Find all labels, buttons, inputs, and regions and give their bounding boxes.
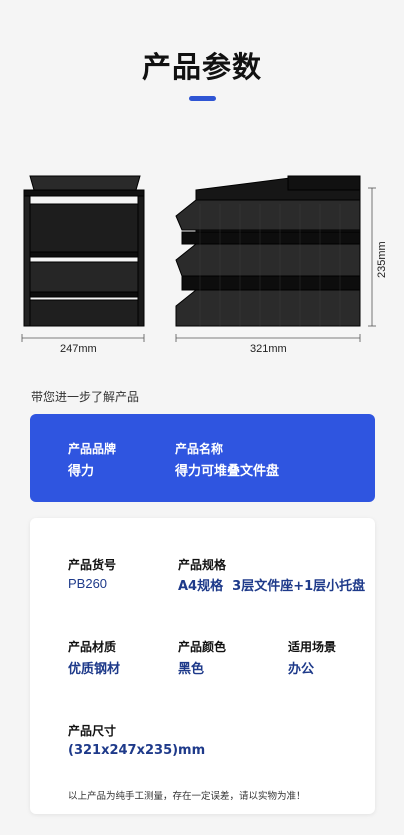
side-view-image bbox=[23, 175, 145, 327]
scene-label: 适用场景 bbox=[288, 640, 337, 654]
measurement-note: 以上产品为纯手工测量，存在一定误差，请以实物为准！ bbox=[68, 791, 306, 802]
product-name-value: 得力可堆叠文件盘 bbox=[175, 464, 280, 479]
size-value: (321x247x235)mm bbox=[68, 743, 206, 758]
color-label: 产品颜色 bbox=[178, 640, 227, 654]
sku-label: 产品货号 bbox=[68, 558, 117, 572]
color-value: 黑色 bbox=[178, 662, 205, 677]
page-title: 产品参数 bbox=[141, 50, 262, 84]
spec-value: A4规格 3层文件座+1层小托盘 bbox=[178, 579, 366, 594]
dimension-height: 235mm bbox=[376, 241, 388, 278]
brand-label: 产品品牌 bbox=[68, 442, 117, 456]
scene-value: 办公 bbox=[288, 662, 315, 677]
material-value: 优质钢材 bbox=[68, 662, 121, 677]
title-underline bbox=[189, 96, 216, 101]
front-view-image bbox=[175, 175, 361, 327]
material-label: 产品材质 bbox=[68, 640, 117, 654]
brand-value: 得力 bbox=[68, 464, 95, 479]
product-name-label: 产品名称 bbox=[175, 442, 224, 456]
spec-card: 产品货号 PB260 产品规格 A4规格 3层文件座+1层小托盘 产品材质 优质… bbox=[30, 518, 375, 814]
dimension-width-side: 247mm bbox=[60, 343, 97, 355]
brand-card: 产品品牌 得力 产品名称 得力可堆叠文件盘 bbox=[30, 414, 375, 502]
sku-value: PB260 bbox=[68, 576, 108, 591]
product-figure: 247mm 321mm 235mm bbox=[0, 160, 404, 370]
spec-label: 产品规格 bbox=[178, 558, 227, 572]
size-label: 产品尺寸 bbox=[68, 724, 117, 738]
product-illustration bbox=[21, 175, 376, 342]
dimension-width-front: 321mm bbox=[250, 343, 287, 355]
section-subheading: 带您进一步了解产品 bbox=[31, 390, 140, 404]
